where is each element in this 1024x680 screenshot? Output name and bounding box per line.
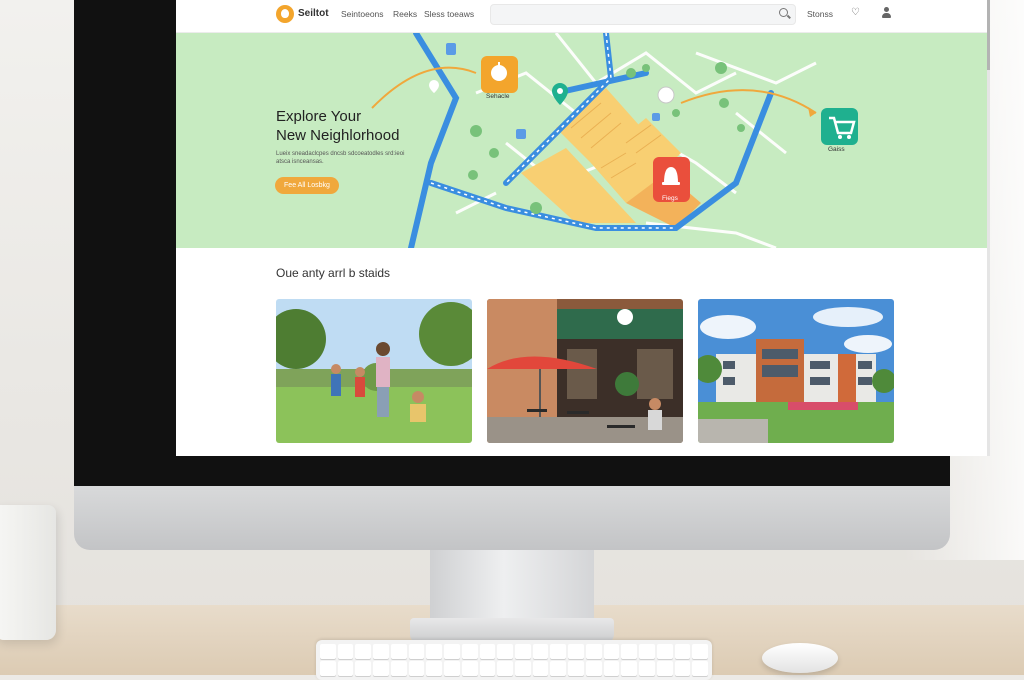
search-input[interactable]: [490, 4, 796, 25]
logo-icon[interactable]: [276, 5, 294, 23]
coffee-mug: [0, 505, 56, 640]
heart-icon[interactable]: ♡: [851, 8, 862, 18]
apple-icon: [481, 56, 518, 93]
card-building-photo[interactable]: [698, 299, 894, 443]
card-cafe-photo[interactable]: [487, 299, 683, 443]
card-park-photo[interactable]: [276, 299, 472, 443]
site-logo-text[interactable]: Seiltot: [298, 8, 329, 19]
nav-link-1[interactable]: Seintoeons: [341, 9, 384, 19]
map-label-school[interactable]: Sehacle: [486, 93, 510, 100]
monitor-bezel: Seiltot Seintoeons Reeks Sless toeaws St…: [74, 0, 990, 486]
map-label-grocery[interactable]: Gaiss: [828, 146, 845, 153]
map-label-shops[interactable]: Fiegs: [662, 195, 678, 202]
cart-icon: [821, 108, 858, 145]
hero-title: Explore Your New Neighlorhood: [276, 107, 456, 145]
user-icon[interactable]: [882, 7, 891, 18]
scrollbar-thumb[interactable]: [987, 0, 990, 70]
nav-link-3[interactable]: Sless toeaws: [424, 9, 474, 19]
search-icon[interactable]: [779, 8, 788, 17]
section-title: Oue anty arrl b staids: [276, 266, 391, 280]
monitor-chin: [74, 484, 950, 550]
browser-viewport: Seiltot Seintoeons Reeks Sless toeaws St…: [176, 0, 989, 456]
hero-banner: Sehacle Fiegs Gaiss Explore Your New Nei…: [176, 33, 989, 248]
see-all-listings-button[interactable]: Fee All Losbkg: [275, 177, 339, 194]
keyboard: [316, 640, 712, 680]
nav-link-stores[interactable]: Stonss: [807, 9, 833, 19]
hero-title-line-1: Explore Your: [276, 108, 362, 125]
computer-mouse: [762, 643, 838, 673]
location-pin-icon: [552, 83, 568, 105]
hero-title-line-2: New Neighlorhood: [276, 127, 400, 144]
top-navigation: Seiltot Seintoeons Reeks Sless toeaws St…: [176, 0, 989, 33]
nav-link-2[interactable]: Reeks: [393, 9, 417, 19]
hero-subtitle: Lueix sneadaclcpes dncsb sdcoeatodles sr…: [276, 151, 405, 165]
